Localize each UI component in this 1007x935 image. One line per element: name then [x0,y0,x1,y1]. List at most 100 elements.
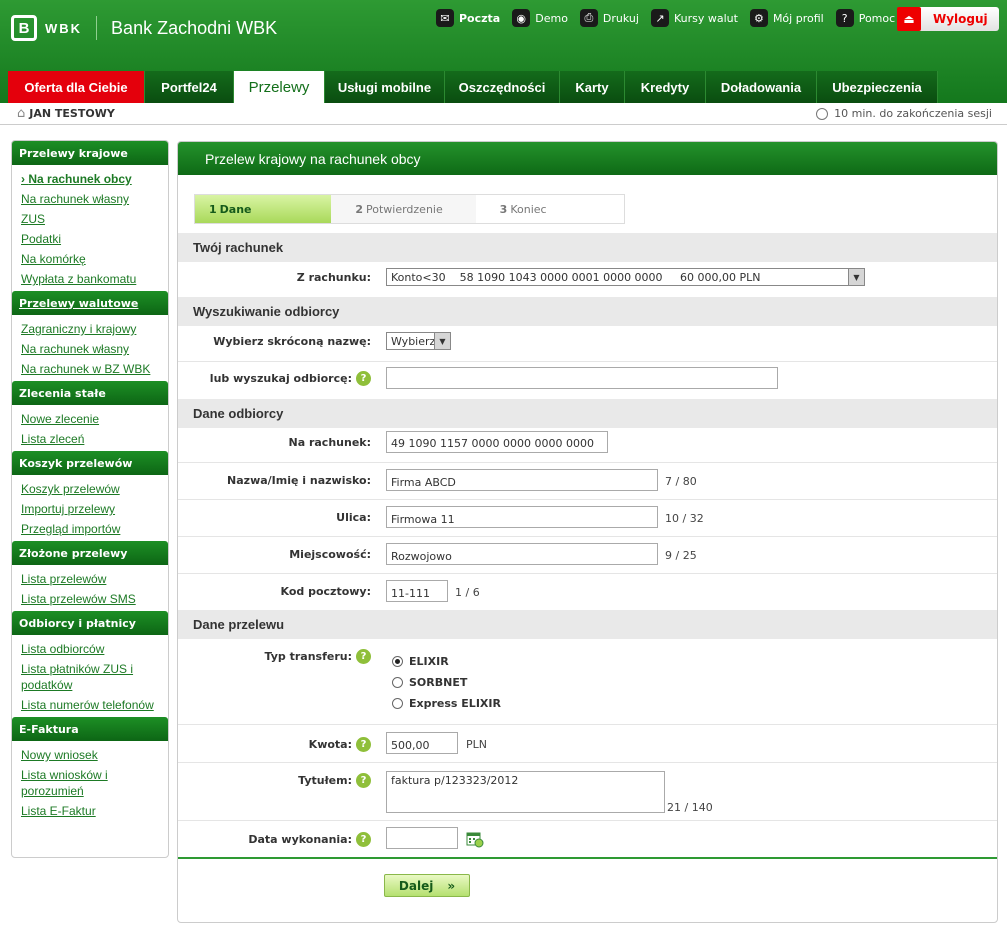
step-3: 3 Koniec [476,195,624,223]
logo-separator [96,16,98,40]
sidebar-item-na-rachunek-obcy[interactable]: Na rachunek obcy [21,171,168,187]
sidebar-item-lista-e-faktur[interactable]: Lista E-Faktur [21,803,168,819]
step-label: Potwierdzenie [365,202,443,216]
sidebar-item-lista-odbiorcow[interactable]: Lista odbiorców [21,641,168,657]
logo[interactable]: B WBK Bank Zachodni WBK [11,15,277,41]
sidebar-item-lista-przelewow[interactable]: Lista przelewów [21,571,168,587]
sidebar-item-nowe-zlecenie[interactable]: Nowe zlecenie [21,411,168,427]
radio-sorbnet[interactable]: SORBNET [392,676,467,689]
tab-przelewy[interactable]: Przelewy [234,71,325,103]
to-account-input[interactable]: 49 1090 1157 0000 0000 0000 0000 [386,431,608,453]
logout-button[interactable]: ⏏ Wyloguj [897,7,999,31]
short-name-select[interactable]: Wybierz ▼ [386,332,451,350]
sidebar-head-odbiorcy[interactable]: Odbiorcy i płatnicy [12,611,168,635]
next-button-label: Dalej [398,878,434,893]
help-icon[interactable]: ? [356,832,371,847]
help-icon[interactable]: ? [356,649,371,664]
double-chevron-right-icon: » [447,878,456,893]
short-name-value: Wybierz [391,334,436,348]
label-skrocona-nazwa: Wybierz skróconą nazwę: [213,335,371,348]
step-number: 3 [499,202,508,216]
toplink-kursy-walut[interactable]: ↗ Kursy walut [650,8,738,28]
row-divider [178,573,997,574]
sidebar-item-koszyk-przelewow[interactable]: Koszyk przelewów [21,481,168,497]
sidebar-item-na-rachunek-wlasny[interactable]: Na rachunek własny [21,191,168,207]
tab-portfel24[interactable]: Portfel24 [145,71,234,103]
account-select-value: Konto<30 58 1090 1043 0000 0001 0000 000… [391,270,761,284]
account-select[interactable]: Konto<30 58 1090 1043 0000 0001 0000 000… [386,268,865,286]
sidebar-head-koszyk[interactable]: Koszyk przelewów [12,451,168,475]
postal-counter: 1 / 6 [455,586,480,599]
radio-elixir[interactable]: ELIXIR [392,655,449,668]
toplink-drukuj[interactable]: ⎙ Drukuj [579,8,639,28]
sidebar-item-lista-zlecen[interactable]: Lista zleceń [21,431,168,447]
sidebar-item-importuj[interactable]: Importuj przelewy [21,501,168,517]
city-counter: 9 / 25 [665,549,697,562]
toplink-demo[interactable]: ◉ Demo [512,8,568,28]
toplink-label: Drukuj [602,11,639,25]
sidebar-item-podatki[interactable]: Podatki [21,231,168,247]
tab-karty[interactable]: Karty [560,71,625,103]
tab-oferta[interactable]: Oferta dla Ciebie [8,71,145,103]
calendar-icon[interactable] [466,830,484,848]
tab-oszczednosci[interactable]: Oszczędności [445,71,560,103]
name-input[interactable]: Firma ABCD [386,469,658,491]
sidebar-head-przelewy-walutowe[interactable]: Przelewy walutowe [12,291,168,315]
toplink-poczta[interactable]: ✉ Poczta [436,8,500,28]
tab-doladowania[interactable]: Doładowania [706,71,817,103]
sidebar-item-zagraniczny[interactable]: Zagraniczny i krajowy [21,321,168,337]
search-recipient-input[interactable] [386,367,778,389]
session-timer: 10 min. do zakończenia sesji [816,107,992,120]
step-label: Koniec [510,202,547,216]
help-icon[interactable]: ? [356,737,371,752]
sidebar-head-przelewy-krajowe[interactable]: Przelewy krajowe [12,141,168,165]
sidebar-head-zlozone[interactable]: Złożone przelewy [12,541,168,565]
amount-input[interactable]: 500,00 [386,732,458,754]
sidebar-item-walut-rachunek-wlasny[interactable]: Na rachunek własny [21,341,168,357]
title-textarea[interactable]: faktura p/123323/2012 [386,771,665,813]
wizard-steps: 1 Dane 2 Potwierdzenie 3 Koniec [194,194,625,224]
postal-input[interactable]: 11-111 [386,580,448,602]
sidebar-item-nowy-wniosek[interactable]: Nowy wniosek [21,747,168,763]
toplink-label: Poczta [459,11,501,25]
toplink-pomoc[interactable]: ? Pomoc [835,8,895,28]
label-kod-pocztowy: Kod pocztowy: [280,585,372,598]
tab-uslugi-mobilne[interactable]: Usługi mobilne [325,71,445,103]
city-input[interactable]: Rozwojowo [386,543,658,565]
sidebar-head-zlecenia-stale[interactable]: Zlecenia stałe [12,381,168,405]
label-miejscowosc: Miejscowość: [289,548,371,561]
radio-express-elixir[interactable]: Express ELIXIR [392,697,501,710]
row-divider [178,462,997,463]
toplink-moj-profil[interactable]: ⚙ Mój profil [749,8,824,28]
toplink-label: Mój profil [772,11,824,25]
row-divider [178,820,997,821]
label-tytulem: Tytułem:? [298,773,371,788]
help-icon: ? [835,9,854,27]
radio-label: Express ELIXIR [409,697,501,710]
tab-kredyty[interactable]: Kredyty [625,71,706,103]
sidebar-head-e-faktura[interactable]: E-Faktura [12,717,168,741]
radio-unchecked-icon [392,677,403,688]
profile-icon: ⚙ [749,9,768,27]
section-dane-odbiorcy: Dane odbiorcy [178,399,997,428]
step-label: Dane [219,202,252,216]
header: B WBK Bank Zachodni WBK ✉ Poczta ◉ Demo ⎙ D… [0,0,1007,103]
sidebar-item-lista-platnikow[interactable]: Lista płatników ZUS i podatków [21,661,161,693]
help-icon[interactable]: ? [356,773,371,788]
help-icon[interactable]: ? [356,371,371,386]
step-2: 2 Potwierdzenie [331,195,476,223]
street-input[interactable]: Firmowa 11 [386,506,658,528]
next-button[interactable]: Dalej » [384,874,470,897]
sidebar-item-przeglad-importow[interactable]: Przegląd importów [21,521,168,537]
sidebar-item-rachunek-bz-wbk[interactable]: Na rachunek w BZ WBK [21,361,168,377]
sidebar-item-na-komorke[interactable]: Na komórkę [21,251,168,267]
sidebar-item-zus[interactable]: ZUS [21,211,168,227]
tab-ubezpieczenia[interactable]: Ubezpieczenia [817,71,938,103]
radio-label: SORBNET [409,676,468,689]
sidebar-item-wyplata-z-bankomatu[interactable]: Wypłata z bankomatu [21,271,168,287]
sidebar-item-lista-przelewow-sms[interactable]: Lista przelewów SMS [21,591,168,607]
sidebar-item-lista-numerow[interactable]: Lista numerów telefonów [21,697,161,713]
date-input[interactable] [386,827,458,849]
logout-icon: ⏏ [897,7,921,31]
sidebar-item-lista-wnioskow[interactable]: Lista wniosków i porozumień [21,767,161,799]
